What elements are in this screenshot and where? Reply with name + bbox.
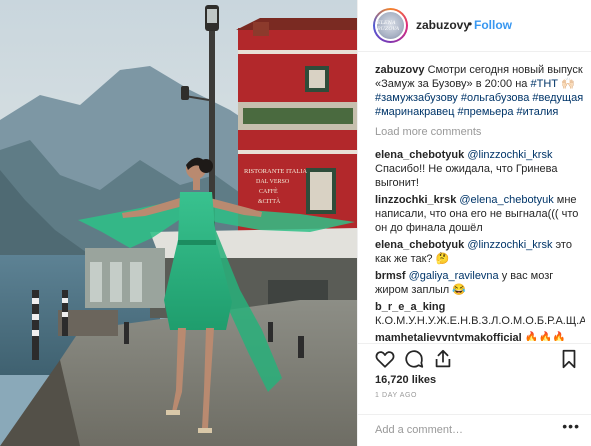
comment-item: linzzochki_krsk @elena_chebotyuk мне нап… (375, 193, 585, 235)
comment-mention[interactable]: @linzzochki_krsk (467, 149, 552, 161)
photo-scene: RISTORANTE ITALIA DAL VERSO CAFFÈ &CITTÀ (0, 0, 357, 446)
more-options-button[interactable]: ••• (562, 418, 580, 434)
add-comment-input[interactable]: Add a comment… (375, 424, 463, 436)
hashtag[interactable]: #италия (517, 106, 559, 118)
post-photo[interactable]: RISTORANTE ITALIA DAL VERSO CAFFÈ &CITTÀ (0, 0, 357, 446)
comment-mention[interactable]: @galiya_ravilevna (409, 270, 499, 282)
add-comment-bar: Add a comment… ••• (358, 414, 591, 446)
comment-item: elena_chebotyuk @linzzochki_krsk это как… (375, 238, 585, 266)
comment-mention[interactable]: @elena_chebotyuk (459, 194, 553, 206)
photo-sign-line-2: DAL VERSO (256, 179, 290, 185)
share-icon[interactable] (432, 348, 454, 370)
heart-icon[interactable] (374, 348, 396, 370)
hashtag[interactable]: #маринакравец (375, 106, 454, 118)
comment-text: К.О.М.У.Н.У.Ж.Е.Н.В.З.Л.О.М.О.Б.Р.А.Щ.А.… (375, 315, 585, 327)
bookmark-icon[interactable] (558, 348, 580, 370)
hashtag[interactable]: #замужзабузову (375, 92, 458, 104)
photo-sign-line-3: CAFFÈ (259, 187, 278, 195)
caption-username[interactable]: zabuzovy (375, 64, 425, 76)
comment-username[interactable]: linzzochki_krsk (375, 194, 456, 206)
avatar-text: ELENA BUZOVA (377, 19, 400, 32)
likes-count[interactable]: 16,720 likes (375, 374, 436, 386)
hashtag[interactable]: #ольгабузова (461, 92, 529, 104)
comment-text: 🔥🔥🔥 (524, 332, 566, 341)
post-actions: 16,720 likes 1 DAY AGO Add a comment… ••… (358, 343, 591, 445)
comment-username[interactable]: mamhetalievvntymakofficial (375, 332, 522, 341)
emoji: 🙌🏻 (561, 78, 575, 90)
comments-list[interactable]: zabuzovy Смотри сегодня новый выпуск «За… (375, 63, 585, 341)
comment-username[interactable]: elena_chebotyuk (375, 149, 464, 161)
separator-dot: • (468, 17, 473, 31)
load-more-comments-link[interactable]: Load more comments (375, 125, 585, 139)
comment-username[interactable]: b_r_e_a_king (375, 301, 445, 313)
username-link[interactable]: zabuzovy (416, 18, 470, 32)
avatar[interactable]: ELENA BUZOVA (373, 8, 408, 43)
post-header: ELENA BUZOVA zabuzovy • Follow (358, 0, 591, 52)
post-side-panel: ELENA BUZOVA zabuzovy • Follow zabuzovy … (357, 0, 591, 446)
hashtag[interactable]: #ведущая (532, 92, 583, 104)
comment-username[interactable]: brmsf (375, 270, 406, 282)
post-date: 1 DAY AGO (375, 392, 418, 399)
comment-text: Спасибо!! Не ожидала, что Гринева выгони… (375, 163, 558, 189)
comment-mention[interactable]: @linzzochki_krsk (467, 239, 552, 251)
instagram-post: RISTORANTE ITALIA DAL VERSO CAFFÈ &CITTÀ (0, 0, 591, 446)
action-icons-row (374, 348, 579, 374)
photo-sign-line-4: &CITTÀ (258, 197, 281, 205)
post-caption: zabuzovy Смотри сегодня новый выпуск «За… (375, 63, 585, 119)
comment-item: mamhetalievvntymakofficial 🔥🔥🔥 (375, 331, 585, 341)
hashtag[interactable]: #ТНТ (530, 78, 558, 90)
photo-sign-line-1: RISTORANTE ITALIA (244, 168, 307, 175)
comment-item: elena_chebotyuk @linzzochki_krsk Спасибо… (375, 148, 585, 190)
comment-username[interactable]: elena_chebotyuk (375, 239, 464, 251)
follow-button[interactable]: Follow (474, 18, 512, 32)
comment-icon[interactable] (403, 348, 425, 370)
hashtag[interactable]: #премьера (458, 106, 514, 118)
comment-item: brmsf @galiya_ravilevna у вас мозг жиром… (375, 269, 585, 297)
comment-item: b_r_e_a_king К.О.М.У.Н.У.Ж.Е.Н.В.З.Л.О.М… (375, 300, 585, 328)
